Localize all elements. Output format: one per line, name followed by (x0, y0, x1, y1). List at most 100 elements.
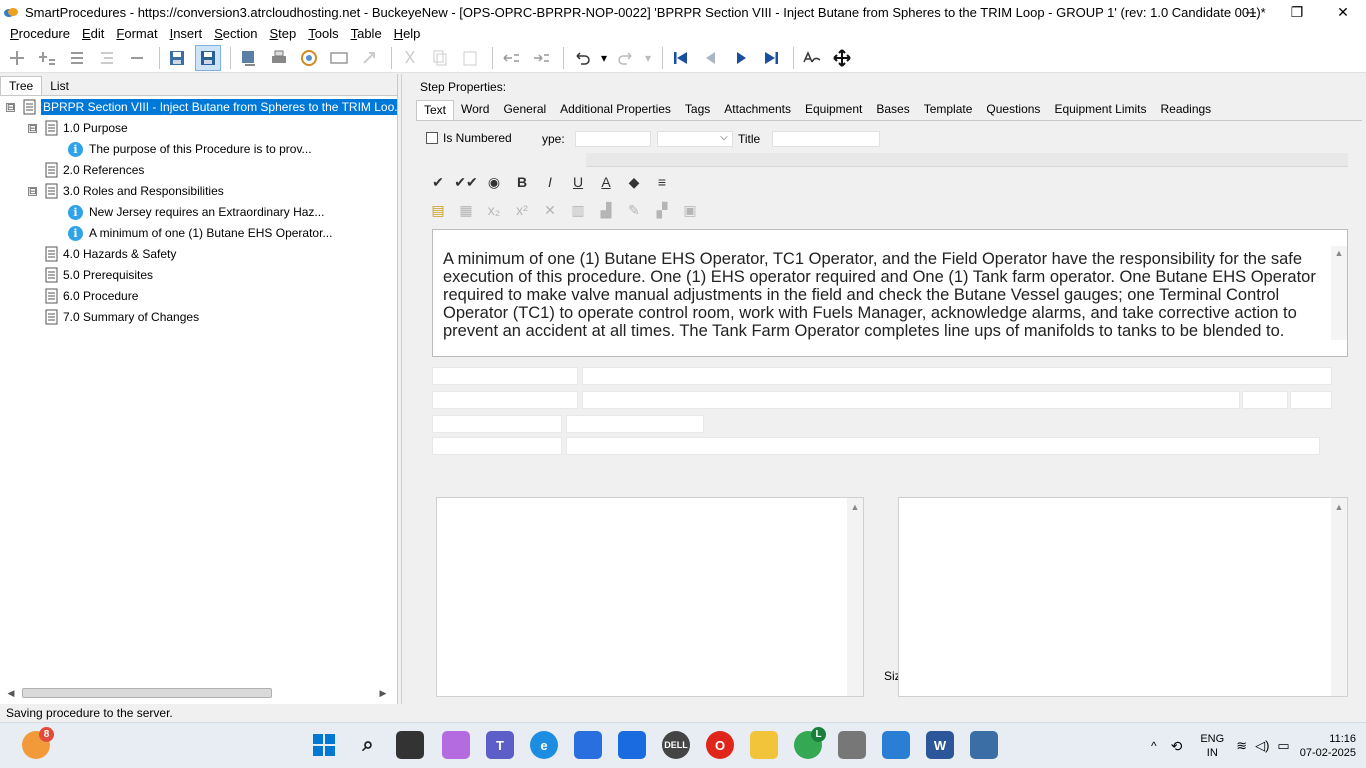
minimize-button[interactable]: ─ (1228, 0, 1274, 24)
undo-icon[interactable] (569, 45, 595, 71)
tab-additional-properties[interactable]: Additional Properties (553, 100, 678, 120)
smartprocedures-taskbar-icon[interactable] (882, 731, 910, 759)
remote-desktop-icon[interactable] (838, 731, 866, 759)
collapse-icon[interactable]: ⊟ (28, 123, 37, 133)
tree-node-section[interactable]: ⊟ 1.0 Purpose (28, 118, 128, 138)
collapse-icon[interactable]: ⊟ (28, 186, 37, 196)
type-input[interactable] (574, 131, 651, 147)
network-sync-icon[interactable]: ⟲ (1171, 738, 1183, 755)
collapse-icon[interactable]: ⊟ (6, 102, 15, 112)
add-step-icon[interactable] (34, 45, 60, 71)
scroll-up-icon[interactable]: ▲ (1331, 248, 1347, 258)
widgets-icon[interactable]: 8 (22, 727, 54, 759)
tab-bases[interactable]: Bases (869, 100, 916, 120)
paste-icon[interactable] (457, 45, 483, 71)
tree-node-step[interactable]: i The purpose of this Procedure is to pr… (68, 139, 312, 159)
add-section-icon[interactable] (4, 45, 30, 71)
draw-icon[interactable]: ✎ (622, 199, 646, 221)
clock[interactable]: 11:16 07-02-2025 (1300, 732, 1356, 760)
double-check-icon[interactable]: ✔✔ (454, 171, 478, 193)
print-icon[interactable] (266, 45, 292, 71)
scroll-up-icon[interactable]: ▲ (1331, 502, 1347, 512)
tree-node-section[interactable]: 7.0 Summary of Changes (43, 307, 199, 327)
superscript-icon[interactable]: x² (510, 199, 534, 221)
task-view-icon[interactable] (396, 731, 424, 759)
property-field[interactable] (432, 415, 562, 433)
teams-icon[interactable]: T (486, 731, 514, 759)
clear-format-icon[interactable]: ✕ (538, 199, 562, 221)
memo-scrollbar[interactable]: ▲ (1331, 498, 1347, 696)
maximize-button[interactable]: ❐ (1274, 0, 1320, 24)
remote-app-icon[interactable] (970, 731, 998, 759)
indent-list-icon[interactable] (94, 45, 120, 71)
italic-icon[interactable]: I (538, 171, 562, 193)
check-icon[interactable]: ✔ (426, 171, 450, 193)
tab-equipment[interactable]: Equipment (798, 100, 869, 120)
word-icon[interactable]: W (926, 731, 954, 759)
tree-node-section[interactable]: 2.0 References (43, 160, 144, 180)
property-field[interactable] (1290, 391, 1332, 409)
tab-equipment-limits[interactable]: Equipment Limits (1047, 100, 1153, 120)
scroll-thumb[interactable] (22, 688, 272, 698)
cut-icon[interactable] (397, 45, 423, 71)
tab-attachments[interactable]: Attachments (717, 100, 798, 120)
memo-scrollbar[interactable]: ▲ (847, 498, 863, 696)
table-icon[interactable]: ▦ (454, 199, 478, 221)
menu-step[interactable]: Step (263, 26, 302, 41)
align-icon[interactable]: ≡ (650, 171, 674, 193)
type-select[interactable]: ⌵ (656, 131, 733, 147)
save-icon[interactable] (195, 44, 221, 71)
tab-word[interactable]: Word (454, 100, 496, 120)
first-step-icon[interactable] (668, 45, 694, 71)
grid-icon[interactable]: ▥ (566, 199, 590, 221)
property-field[interactable] (582, 367, 1332, 385)
opera-icon[interactable]: O (706, 731, 734, 759)
start-icon[interactable] (310, 731, 338, 759)
chrome-icon[interactable]: L (794, 727, 826, 759)
list-icon[interactable] (64, 45, 90, 71)
fill-color-icon[interactable]: ◆ (622, 171, 646, 193)
export-icon[interactable] (236, 45, 262, 71)
chevron-up-icon[interactable]: ^ (1151, 739, 1157, 753)
language-indicator[interactable]: ENG IN (1200, 732, 1224, 760)
tab-text[interactable]: Text (416, 100, 455, 120)
property-field[interactable] (566, 437, 1320, 455)
tree-node-section[interactable]: 5.0 Prerequisites (43, 265, 153, 285)
file-explorer-icon[interactable] (750, 731, 778, 759)
copy-icon[interactable] (427, 45, 453, 71)
powerautomate-icon[interactable] (618, 731, 646, 759)
menu-section[interactable]: Section (208, 26, 263, 41)
left-memo-box[interactable]: ▲ (436, 497, 864, 697)
search-icon[interactable]: ⌕ (354, 731, 382, 759)
tree-node-procedure[interactable]: ⊟ BPRPR Section VIII - Inject Butane fro… (6, 97, 397, 117)
step-text-editor[interactable]: A minimum of one (1) Butane EHS Operator… (432, 229, 1348, 357)
menu-table[interactable]: Table (345, 26, 388, 41)
editor-vertical-scrollbar[interactable]: ▲ (1331, 246, 1347, 340)
tab-list[interactable]: List (42, 77, 77, 95)
scroll-up-icon[interactable]: ▲ (847, 502, 863, 512)
redo-dropdown-icon[interactable]: ▾ (643, 45, 653, 71)
redo-history-icon[interactable] (613, 45, 639, 71)
last-step-icon[interactable] (758, 45, 784, 71)
scroll-left-icon[interactable]: ◀ (4, 688, 18, 699)
tab-readings[interactable]: Readings (1153, 100, 1218, 120)
frame-icon[interactable]: ▣ (678, 199, 702, 221)
tab-template[interactable]: Template (917, 100, 980, 120)
edge-icon[interactable]: e (530, 731, 558, 759)
property-field[interactable] (432, 437, 562, 455)
tree-node-section[interactable]: 4.0 Hazards & Safety (43, 244, 176, 264)
tab-general[interactable]: General (496, 100, 553, 120)
move-icon[interactable] (829, 45, 855, 71)
wifi-icon[interactable]: ≋ (1236, 738, 1247, 754)
right-memo-box[interactable]: ▲ (898, 497, 1348, 697)
scroll-track[interactable] (18, 686, 376, 700)
underline-icon[interactable]: U (566, 171, 590, 193)
tree-node-section[interactable]: ⊟ 3.0 Roles and Responsibilities (28, 181, 224, 201)
insert-field-icon[interactable]: ▤ (426, 199, 450, 221)
tab-tree[interactable]: Tree (0, 76, 43, 95)
tab-tags[interactable]: Tags (678, 100, 717, 120)
property-field[interactable] (432, 367, 578, 385)
save-all-icon[interactable] (165, 45, 191, 71)
subscript-icon[interactable]: x₂ (482, 199, 506, 221)
menu-format[interactable]: Format (110, 26, 163, 41)
